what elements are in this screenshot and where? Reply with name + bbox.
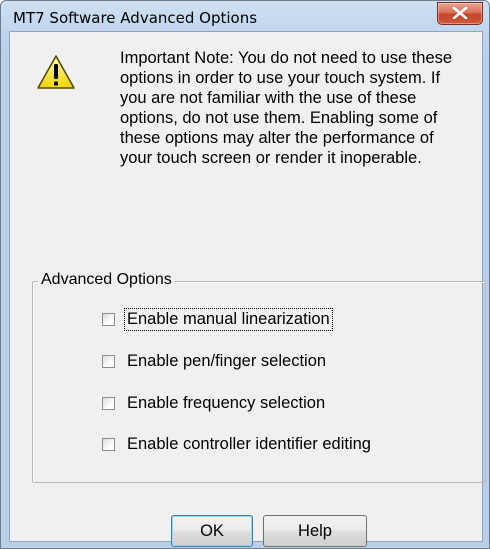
warning-icon [37, 55, 75, 89]
advanced-options-dialog: MT7 Software Advanced Options Important … [0, 0, 490, 549]
controller-identifier-editing-label[interactable]: Enable controller identifier editing [125, 434, 373, 455]
title-bar[interactable]: MT7 Software Advanced Options [1, 1, 489, 31]
option-pen-finger-selection[interactable]: Enable pen/finger selection [102, 350, 328, 372]
advanced-options-legend: Advanced Options [38, 271, 175, 289]
pen-finger-selection-checkbox[interactable] [102, 354, 115, 368]
close-x-icon [452, 7, 468, 19]
dialog-client-area: Important Note: You do not need to use t… [9, 31, 486, 547]
manual-linearization-checkbox[interactable] [102, 312, 115, 326]
window-title: MT7 Software Advanced Options [13, 9, 258, 27]
help-button[interactable]: Help [263, 515, 367, 547]
manual-linearization-label[interactable]: Enable manual linearization [124, 307, 333, 331]
important-note-text: Important Note: You do not need to use t… [120, 49, 453, 167]
frequency-selection-label[interactable]: Enable frequency selection [125, 393, 327, 414]
controller-identifier-editing-checkbox[interactable] [102, 437, 115, 451]
option-manual-linearization[interactable]: Enable manual linearization [102, 307, 333, 331]
ok-button[interactable]: OK [171, 515, 253, 547]
option-controller-identifier-editing[interactable]: Enable controller identifier editing [102, 433, 373, 455]
option-frequency-selection[interactable]: Enable frequency selection [102, 392, 327, 414]
frequency-selection-checkbox[interactable] [102, 396, 115, 410]
close-button[interactable] [437, 2, 483, 25]
pen-finger-selection-label[interactable]: Enable pen/finger selection [125, 351, 328, 372]
